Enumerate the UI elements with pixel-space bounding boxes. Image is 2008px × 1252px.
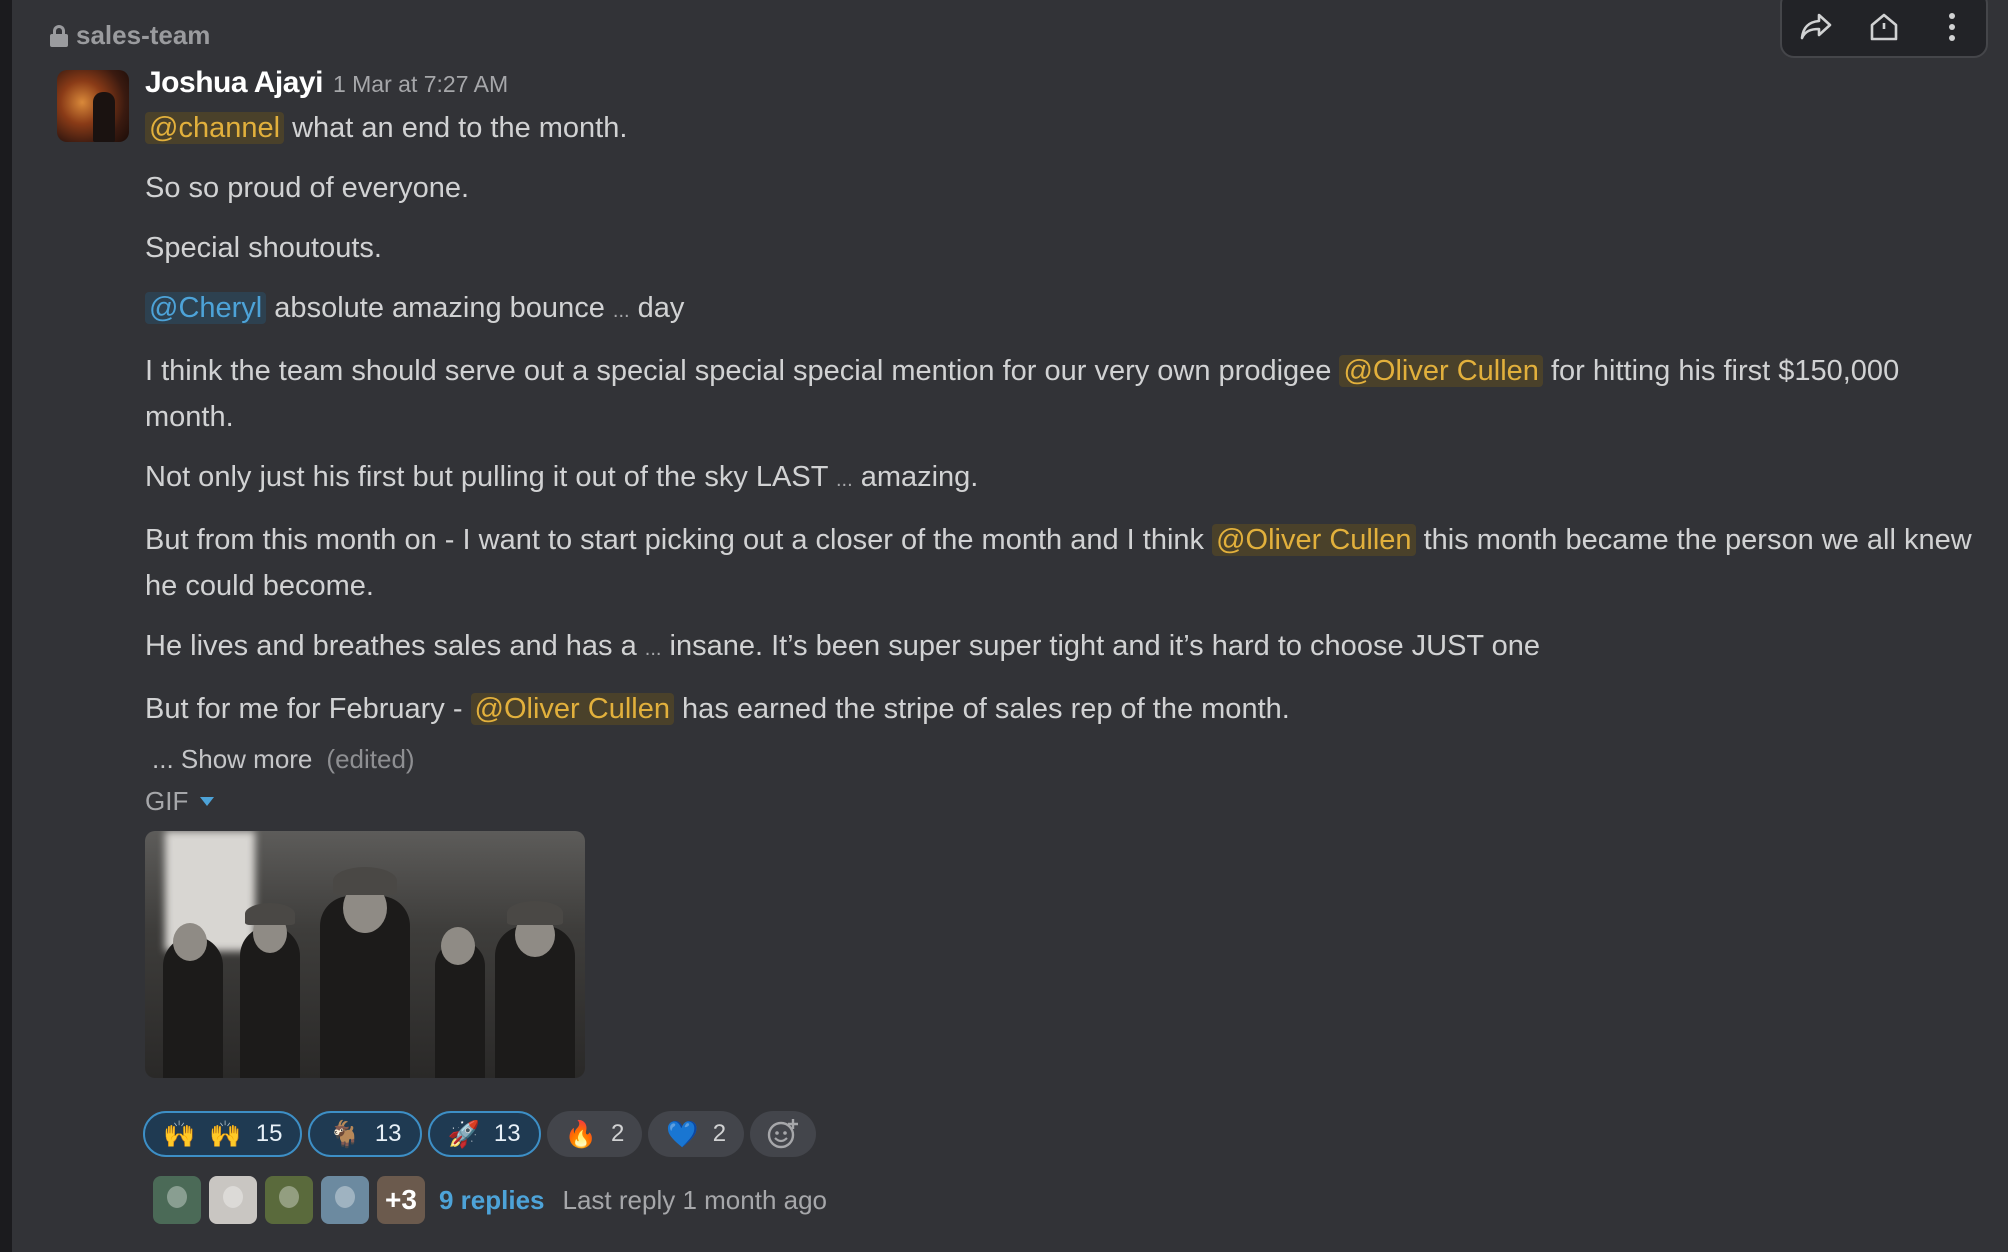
message-actions-toolbar <box>1780 0 1988 58</box>
rocket-icon: 🚀 <box>447 1119 480 1149</box>
message-pane: sales-team Joshua Ajayi 1 Mar at 7:27 AM… <box>12 0 2008 1252</box>
gif-toggle[interactable]: GIF <box>145 786 215 817</box>
more-repliers-count: +3 <box>377 1176 425 1224</box>
replies-link[interactable]: 9 replies <box>439 1185 545 1216</box>
message-text: has earned the stripe of sales rep of th… <box>674 693 1290 725</box>
message-line: Special shoutouts. <box>145 232 382 264</box>
message-line: He lives and breathes sales and has a ..… <box>145 623 1975 672</box>
gif-cap <box>245 903 295 925</box>
message-text: amazing. <box>852 461 979 493</box>
more-vertical-icon[interactable] <box>1928 3 1976 51</box>
gif-cap <box>333 867 397 895</box>
message-text: But for me for February - <box>145 693 471 725</box>
truncation-ellipsis: ... <box>612 300 630 322</box>
author-avatar[interactable] <box>57 70 129 142</box>
channel-mention[interactable]: @channel <box>145 112 285 144</box>
message-text: absolute amazing bounce <box>266 292 613 324</box>
gif-face <box>441 927 475 965</box>
reaction-rocket[interactable]: 🚀 13 <box>427 1111 541 1157</box>
reply-avatar <box>321 1176 369 1224</box>
reaction-goat[interactable]: 🐐 13 <box>308 1111 422 1157</box>
user-mention[interactable]: @Oliver Cullen <box>470 693 674 725</box>
last-reply-time: Last reply 1 month ago <box>562 1184 828 1215</box>
raised-hands-icon: 🙌 <box>163 1119 196 1149</box>
reply-avatar <box>209 1176 257 1224</box>
reaction-count: 2 <box>712 1120 727 1147</box>
message-line: @Cheryl absolute amazing bounce ... day <box>145 285 1975 334</box>
reaction-count: 2 <box>610 1120 625 1147</box>
message-body: @channel what an end to the month. So so… <box>145 105 1975 746</box>
message-line: But from this month on - I want to start… <box>145 517 1975 609</box>
reaction-blue-heart[interactable]: 💙 2 <box>648 1111 745 1157</box>
channel-context[interactable]: sales-team <box>50 20 210 51</box>
message-line: @channel what an end to the month. <box>145 105 1975 151</box>
message-line: I think the team should serve out a spec… <box>145 348 1975 440</box>
message-line: But for me for February - @Oliver Cullen… <box>145 686 1975 732</box>
reaction-count: 13 <box>374 1120 402 1147</box>
reaction-raised-hands[interactable]: 🙌 🙌 15 <box>143 1111 303 1157</box>
channel-name: sales-team <box>76 20 211 50</box>
reaction-count: 15 <box>255 1120 283 1147</box>
gif-label: GIF <box>145 786 189 816</box>
message-line: So so proud of everyone. <box>145 172 470 204</box>
blue-heart-icon: 💙 <box>666 1119 699 1149</box>
user-mention[interactable]: @Oliver Cullen <box>1339 355 1543 387</box>
reaction-count: 13 <box>493 1120 521 1147</box>
home-icon[interactable] <box>1860 3 1908 51</box>
thread-summary[interactable]: +3 9 replies Last reply 1 month ago <box>153 1176 827 1224</box>
fire-icon: 🔥 <box>564 1119 597 1149</box>
reply-avatar <box>153 1176 201 1224</box>
user-mention[interactable]: @Cheryl <box>145 292 267 324</box>
message-text: He lives and breathes sales and has a <box>145 630 645 662</box>
truncation-ellipsis: ... <box>835 469 853 491</box>
author-name[interactable]: Joshua Ajayi <box>145 66 323 100</box>
goat-icon: 🐐 <box>328 1119 361 1149</box>
edited-label: (edited) <box>326 744 415 774</box>
add-reaction-button[interactable] <box>750 1111 817 1157</box>
gif-cap <box>507 901 563 925</box>
message-text: I think the team should serve out a spec… <box>145 355 1340 387</box>
truncation-ellipsis: ... <box>644 638 662 660</box>
message-header: Joshua Ajayi 1 Mar at 7:27 AM <box>145 66 508 100</box>
reaction-fire[interactable]: 🔥 2 <box>546 1111 643 1157</box>
gif-face <box>173 923 207 961</box>
message-text: what an end to the month. <box>284 112 628 144</box>
share-icon[interactable] <box>1792 3 1840 51</box>
raised-hands-icon: 🙌 <box>209 1119 242 1149</box>
lock-icon <box>50 24 68 47</box>
message-text: Not only just his first but pulling it o… <box>145 461 836 493</box>
show-more-row: ... Show more (edited) <box>152 744 415 775</box>
reactions-bar: 🙌 🙌 15 🐐 13 🚀 13 🔥 2 💙 2 <box>143 1111 817 1157</box>
message-text: day <box>629 292 685 324</box>
add-emoji-icon <box>767 1119 799 1149</box>
message-text: But from this month on - I want to start… <box>145 524 1213 556</box>
message-timestamp[interactable]: 1 Mar at 7:27 AM <box>333 71 508 98</box>
gif-attachment[interactable] <box>145 831 585 1078</box>
message-line: Not only just his first but pulling it o… <box>145 454 1975 503</box>
caret-down-icon <box>200 797 215 806</box>
reply-avatar <box>265 1176 313 1224</box>
user-mention[interactable]: @Oliver Cullen <box>1212 524 1416 556</box>
message-text: insane. It’s been super super tight and … <box>661 630 1541 662</box>
show-more-link[interactable]: ... Show more <box>152 744 312 774</box>
